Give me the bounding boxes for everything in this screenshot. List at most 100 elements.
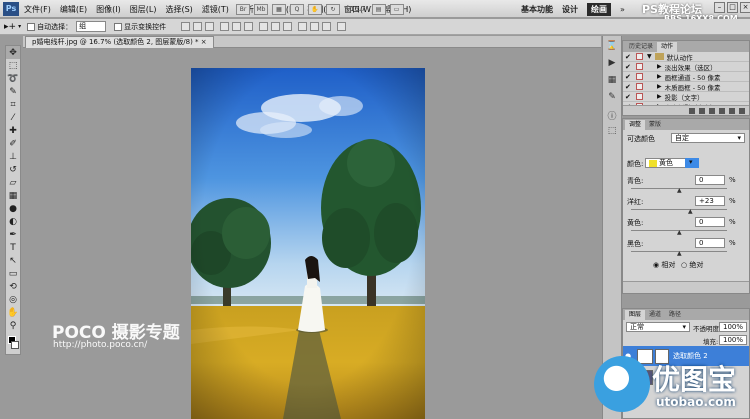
chevron-down-icon[interactable]: ▾ [689,158,693,166]
menu-item[interactable]: 编辑(E) [60,4,87,15]
workspace-item[interactable]: 绘画 [587,2,611,16]
align-center-icon[interactable] [232,22,242,31]
slider-value-input[interactable]: 0 [695,238,725,248]
check-icon[interactable]: ✔ [625,93,633,101]
shape-icon[interactable]: ▭ [6,267,20,280]
absolute-radio[interactable]: ○ 绝对 [681,260,703,270]
auto-align-icon[interactable] [337,22,347,31]
panel-tab[interactable]: 调整 [625,120,646,130]
healing-icon[interactable]: ✚ [6,124,20,137]
panel-tab[interactable]: 图层 [625,310,646,320]
distribute-bottom-icon[interactable] [283,22,293,31]
history-panel-icon[interactable]: ⌛ [605,41,619,53]
hand-tool-icon[interactable]: ✋ [6,306,20,319]
pen-icon[interactable]: ✒ [6,228,20,241]
new-action-icon[interactable] [729,107,735,114]
rotate-icon[interactable]: ↻ [326,3,340,15]
navigator-panel-icon[interactable]: ⬚ [605,126,619,138]
blend-mode-dropdown[interactable]: 正常 ▾ [626,322,690,332]
menu-item[interactable]: 选择(S) [165,4,192,15]
align-middle-icon[interactable] [193,22,203,31]
brush-icon[interactable]: ✐ [6,137,20,150]
action-row[interactable]: ✔ ▶ 画框通道 - 50 像素 [623,72,749,82]
document-tab[interactable]: p婚电线杆.jpg @ 16.7% (选取颜色 2, 图层蒙版/8) * × [25,36,214,48]
chevron-down-icon[interactable]: ▼ [647,53,652,60]
zoom-tool-icon[interactable]: Q [290,3,304,15]
distribute-top-icon[interactable] [259,22,269,31]
stop-icon[interactable] [689,107,695,114]
action-row[interactable]: ✔ ▶ 投影（文字） [623,92,749,102]
panel-tab[interactable]: 路径 [665,310,685,320]
chevron-right-icon[interactable]: ▶ [657,83,662,90]
play-icon[interactable] [709,107,715,114]
action-row[interactable]: ✔ ▼ 默认动作 [623,52,749,62]
menu-item[interactable]: 图层(L) [130,4,157,15]
align-left-icon[interactable] [220,22,230,31]
stamp-icon[interactable]: ⊥ [6,150,20,163]
swatches-panel-icon[interactable]: ▦ [605,75,619,87]
align-bottom-icon[interactable] [205,22,215,31]
eyedropper-icon[interactable]: ⁄ [6,111,20,124]
panel-tab[interactable]: 历史记录 [625,42,657,52]
dodge-icon[interactable]: ◐ [6,215,20,228]
eraser-icon[interactable]: ▱ [6,176,20,189]
fill-input[interactable]: 100% [719,335,747,345]
distribute-left-icon[interactable] [298,22,308,31]
auto-select-dropdown[interactable]: 组 [76,21,107,32]
minibridge-icon[interactable]: Mb [254,3,268,15]
slider-value-input[interactable]: 0 [695,175,725,185]
quick-select-icon[interactable]: ✎ [6,85,20,98]
distribute-middle-icon[interactable] [271,22,281,31]
zoom-icon[interactable]: ⚲ [6,319,20,332]
panel-tab[interactable]: 动作 [657,42,678,52]
grid-icon[interactable]: ▦ [272,3,286,15]
dialog-toggle-icon[interactable] [636,53,643,60]
record-icon[interactable] [699,107,705,114]
info-panel-icon[interactable]: ⓘ [605,109,619,122]
bridge-icon[interactable]: Br [236,3,250,15]
action-row[interactable]: ✔ ▶ 淡出效果（选区） [623,62,749,72]
panel-tab[interactable]: 通道 [645,310,665,320]
slider-thumb[interactable]: ▲ [677,250,682,257]
minimize-button[interactable]: – [714,2,725,13]
maximize-button[interactable]: □ [727,2,738,13]
dialog-toggle-icon[interactable] [636,63,643,70]
chevron-down-icon[interactable]: ▾ [18,23,21,30]
panel-tab[interactable]: 蒙版 [645,120,665,130]
delete-icon[interactable] [739,107,745,114]
check-icon[interactable]: ✔ [625,83,633,91]
slider-thumb[interactable]: ▲ [688,208,693,215]
gradient-icon[interactable]: ▦ [6,189,20,202]
3d-rotate-icon[interactable]: ⟲ [6,280,20,293]
3d-orbit-icon[interactable]: ◎ [6,293,20,306]
distribute-right-icon[interactable] [322,22,332,31]
marquee-icon[interactable]: ⬚ [6,59,20,72]
blur-icon[interactable]: ● [6,202,20,215]
document-canvas[interactable] [191,68,425,419]
move-tool-icon[interactable]: ▸+ [4,22,16,32]
auto-select-checkbox[interactable] [27,22,36,31]
move-icon[interactable]: ✥ [6,46,20,59]
menu-item[interactable]: 滤镜(T) [202,4,229,15]
workspace-more-button[interactable]: » [620,5,625,14]
hand-icon[interactable]: ✋ [308,3,322,15]
slider-track[interactable] [631,209,727,210]
check-icon[interactable]: ✔ [625,63,633,71]
dialog-toggle-icon[interactable] [636,93,643,100]
check-icon[interactable]: ✔ [625,73,633,81]
new-set-icon[interactable] [719,107,725,114]
actions-panel-icon[interactable]: ▶ [605,58,619,70]
lasso-icon[interactable]: ➰ [6,72,20,85]
transform-checkbox[interactable] [114,22,123,31]
preset-dropdown[interactable]: 自定 ▾ [671,133,745,143]
action-row[interactable]: ✔ ▶ 木质画框 - 50 像素 [623,82,749,92]
arrange-icon[interactable]: ▤ [371,3,386,15]
slider-thumb[interactable]: ▲ [677,229,682,236]
history-brush-icon[interactable]: ↺ [6,163,20,176]
chevron-right-icon[interactable]: ▶ [657,73,662,80]
workspace-item[interactable]: 基本功能 [521,4,553,15]
align-top-icon[interactable] [181,22,191,31]
background-color-swatch[interactable] [11,341,19,349]
menu-item[interactable]: 文件(F) [24,4,51,15]
distribute-center-icon[interactable] [310,22,320,31]
